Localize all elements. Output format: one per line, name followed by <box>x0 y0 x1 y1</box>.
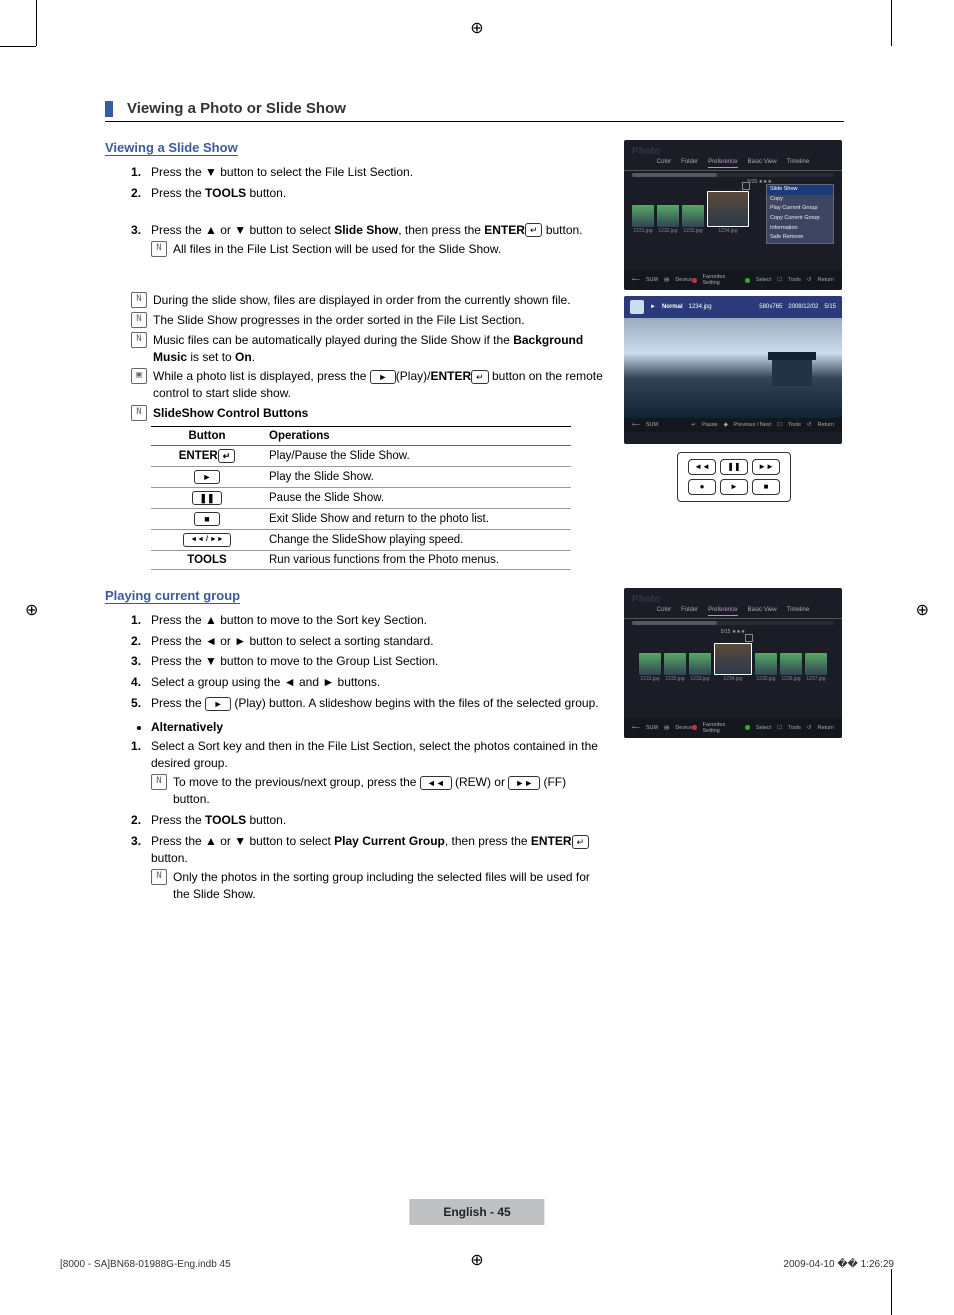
ss-tab: Color <box>657 607 671 616</box>
ss-tab: Basic View <box>748 607 777 616</box>
remote-icon: ▣ <box>131 368 147 384</box>
step-3: Press the ▼ button to move to the Group … <box>151 653 604 670</box>
table-header-button: Button <box>151 426 263 445</box>
play-icon: ► <box>370 370 396 384</box>
step-2: Press the ◄ or ► button to select a sort… <box>151 633 604 650</box>
step-3: Press the ▲ or ▼ button to select Slide … <box>151 222 604 259</box>
step-4: Select a group using the ◄ and ► buttons… <box>151 674 604 691</box>
doc-footer-right: 2009-04-10 �� 1:26:29 <box>783 1259 894 1270</box>
table-row: TOOLS Run various functions from the Pho… <box>151 550 571 569</box>
ff-button-icon: ►► <box>752 459 780 475</box>
print-registration-icon: ⊕ <box>916 600 929 620</box>
note-line: N Music files can be automatically playe… <box>131 332 604 366</box>
counter: 5/15 <box>721 629 731 635</box>
alt-step-2: Press the TOOLS button. <box>151 812 604 829</box>
status-label: Normal <box>662 304 683 310</box>
note-icon: N <box>131 292 147 308</box>
ss-tab: Preference <box>708 159 737 168</box>
crop-mark <box>0 46 36 47</box>
note-icon: N <box>151 241 167 257</box>
table-row: ❚❚ Pause the Slide Show. <box>151 487 571 508</box>
print-registration-icon: ⊕ <box>25 600 38 620</box>
note-line: N SlideShow Control Buttons <box>131 405 604 422</box>
play-icon: ► <box>194 470 220 484</box>
note-line: N The Slide Show progresses in the order… <box>131 312 604 329</box>
ss-tab: Folder <box>681 607 698 616</box>
stop-button-icon: ■ <box>752 479 780 495</box>
ss-title: Photo <box>632 594 660 605</box>
step-5: Press the ► (Play) button. A slideshow b… <box>151 695 604 712</box>
stop-icon: ■ <box>194 512 220 526</box>
subsection-title: Playing current group <box>105 588 240 604</box>
note-line: N During the slide show, files are displ… <box>131 292 604 309</box>
alt-step-3: Press the ▲ or ▼ button to select Play C… <box>151 833 604 903</box>
ff-icon: ►► <box>508 776 540 790</box>
table-row: ► Play the Slide Show. <box>151 466 571 487</box>
enter-icon: ↵ <box>525 223 543 237</box>
subsection-title: Viewing a Slide Show <box>105 140 238 156</box>
note-icon: N <box>151 774 167 790</box>
enter-icon: ↵ <box>218 449 236 463</box>
table-row: ◄◄ / ►► Change the SlideShow playing spe… <box>151 529 571 550</box>
alternatively-label: Alternatively <box>151 720 604 734</box>
screenshot-group-view: Photo Color Folder Preference Basic View… <box>624 588 842 738</box>
ss-tab: Timeline <box>787 607 809 616</box>
table-row: ■ Exit Slide Show and return to the phot… <box>151 508 571 529</box>
enter-icon: ↵ <box>572 835 590 849</box>
pause-button-icon: ❚❚ <box>720 459 748 475</box>
note-icon: N <box>131 312 147 328</box>
table-row: ENTER↵ Play/Pause the Slide Show. <box>151 445 571 466</box>
crop-mark <box>891 1269 892 1315</box>
slideshow-controls-table: Button Operations ENTER↵ Play/Pause the … <box>151 426 571 570</box>
ss-tab: Color <box>657 159 671 168</box>
note-icon: N <box>131 405 147 421</box>
screenshot-slideshow-playing: ► Normal 1234.jpg 580x765 2008/12/02 5/1… <box>624 296 842 444</box>
ss-tab: Folder <box>681 159 698 168</box>
print-registration-icon: ⊕ <box>470 18 483 38</box>
pause-icon: ❚❚ <box>192 491 221 505</box>
note-line: ▣ While a photo list is displayed, press… <box>131 368 604 402</box>
rec-button-icon: ● <box>688 479 716 495</box>
note-icon: N <box>151 869 167 885</box>
context-menu: Slide Show Copy Play Current Group Copy … <box>766 184 834 244</box>
page-title: Viewing a Photo or Slide Show <box>127 100 346 117</box>
accent-bar <box>105 101 113 117</box>
ss-tab: Basic View <box>748 159 777 168</box>
table-header-operations: Operations <box>263 426 571 445</box>
ss-tab: Preference <box>708 607 737 616</box>
step-2: Press the TOOLS button. <box>151 185 604 202</box>
crop-mark <box>891 0 892 46</box>
ss-title: Photo <box>632 146 660 157</box>
page-number: English - 45 <box>409 1199 544 1225</box>
step-1: Press the ▲ button to move to the Sort k… <box>151 612 604 629</box>
remote-diagram: ◄◄ ❚❚ ►► ● ► ■ <box>677 452 791 502</box>
rew-icon: ◄◄ <box>420 776 452 790</box>
home-icon <box>630 300 644 314</box>
section-header: Viewing a Photo or Slide Show <box>105 100 844 122</box>
enter-icon: ↵ <box>471 370 489 384</box>
note-icon: N <box>131 332 147 348</box>
play-icon: ► <box>205 697 231 711</box>
alt-step-1: Select a Sort key and then in the File L… <box>151 738 604 808</box>
crop-mark <box>36 0 37 46</box>
doc-footer-left: [8000 - SA]BN68-01988G-Eng.indb 45 <box>60 1259 231 1270</box>
screenshot-photo-menu: Photo Color Folder Preference Basic View… <box>624 140 842 290</box>
ss-tab: Timeline <box>787 159 809 168</box>
filename-label: 1234.jpg <box>689 304 754 310</box>
play-button-icon: ► <box>720 479 748 495</box>
step-1: Press the ▼ button to select the File Li… <box>151 164 604 181</box>
rew-ff-icon: ◄◄ / ►► <box>183 533 231 547</box>
rew-button-icon: ◄◄ <box>688 459 716 475</box>
